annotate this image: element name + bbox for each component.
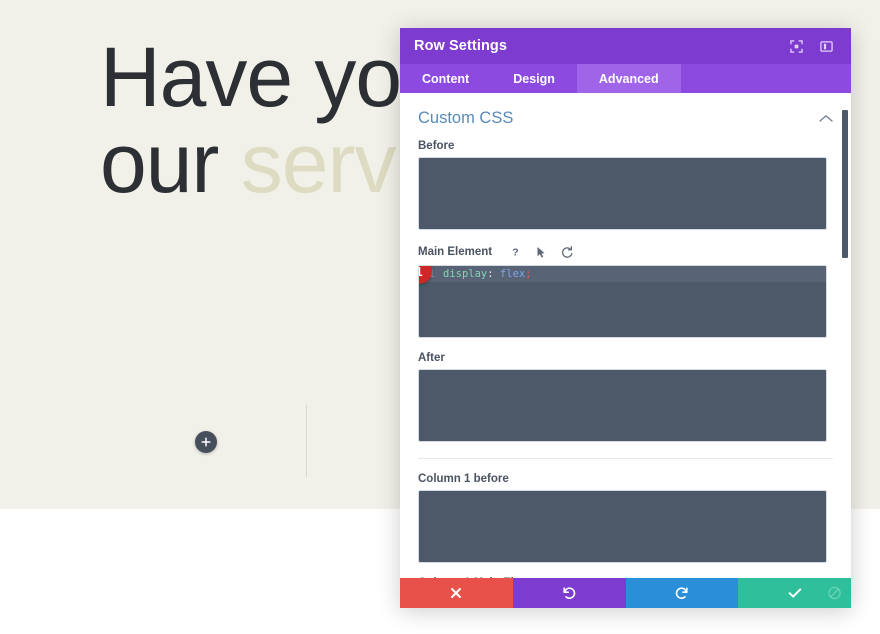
redo-button[interactable] (625, 578, 739, 608)
redo-icon (675, 586, 689, 600)
code-token-property: display (443, 268, 488, 280)
row-settings-modal: Row Settings Content Design Advanced Cus… (400, 28, 851, 608)
modal-content: Custom CSS Before Main Element ? 1 displ… (400, 93, 851, 578)
column-1-before-css-textarea[interactable] (418, 490, 827, 563)
hero-heading-line-2-plain: our (100, 115, 241, 210)
svg-text:?: ? (512, 247, 518, 259)
column-divider (306, 405, 307, 477)
reset-icon[interactable] (558, 244, 576, 260)
cancel-button[interactable] (400, 578, 513, 608)
vertical-scrollbar[interactable] (842, 110, 848, 258)
modal-scroll-area: Custom CSS Before Main Element ? 1 displ… (400, 93, 851, 578)
modal-action-bar (400, 578, 851, 608)
section-title: Custom CSS (418, 109, 514, 127)
undo-icon (562, 586, 576, 600)
cursor-icon[interactable] (532, 244, 550, 260)
layout-panel-icon[interactable] (815, 35, 837, 57)
field-main-element-label: Main Element ? (418, 244, 833, 260)
tab-advanced[interactable]: Advanced (576, 64, 681, 93)
code-line: 1 display: flex; (419, 266, 826, 282)
code-token-value: flex (499, 268, 526, 280)
close-icon (450, 587, 462, 599)
scrollbar-track (841, 93, 849, 578)
chevron-up-icon[interactable] (819, 114, 833, 123)
field-divider (418, 458, 833, 459)
before-css-textarea[interactable] (418, 157, 827, 230)
main-element-code-editor[interactable]: 1 1 display: flex; (418, 265, 827, 338)
custom-css-section-header[interactable]: Custom CSS (418, 107, 833, 140)
check-icon (788, 587, 802, 599)
fullscreen-icon[interactable] (785, 35, 807, 57)
field-before: Before (418, 140, 833, 230)
plus-icon (201, 437, 211, 447)
modal-titlebar: Row Settings (400, 28, 851, 64)
tab-design[interactable]: Design (491, 64, 577, 93)
code-token-semicolon: ; (525, 268, 532, 280)
field-column-1-before: Column 1 before (418, 473, 833, 563)
modal-title: Row Settings (414, 38, 508, 54)
disabled-indicator-icon (828, 586, 841, 600)
modal-tab-bar: Content Design Advanced (400, 64, 851, 93)
field-before-label: Before (418, 140, 455, 152)
undo-button[interactable] (512, 578, 626, 608)
help-icon[interactable]: ? (506, 244, 524, 260)
save-button[interactable] (738, 578, 851, 608)
field-after-label: After (418, 352, 445, 364)
field-after: After (418, 352, 833, 442)
after-css-textarea[interactable] (418, 369, 827, 442)
field-column-1-before-label: Column 1 before (418, 473, 509, 485)
tab-content[interactable]: Content (400, 64, 491, 93)
field-main-element: Main Element ? 1 display: flex ; (418, 244, 833, 338)
add-module-button[interactable] (195, 431, 217, 453)
